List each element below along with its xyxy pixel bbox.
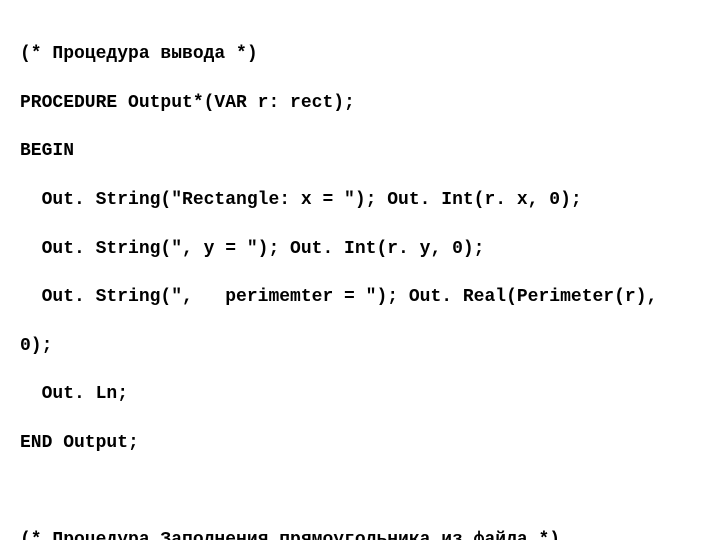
code-line: Out. String(", perimemter = "); Out. Rea… [20,285,700,309]
code-line: 0); [20,334,700,358]
code-listing: (* Процедура вывода *) PROCEDURE Output*… [0,0,720,540]
code-line: BEGIN [20,139,700,163]
code-line: (* Процедура Заполнения прямоугольника и… [20,528,700,540]
code-line: PROCEDURE Output*(VAR r: rect); [20,91,700,115]
code-line: Out. Ln; [20,382,700,406]
code-line: (* Процедура вывода *) [20,42,700,66]
blank-line [20,480,700,504]
code-line: Out. String("Rectangle: x = "); Out. Int… [20,188,700,212]
code-line: Out. String(", y = "); Out. Int(r. y, 0)… [20,237,700,261]
code-line: END Output; [20,431,700,455]
